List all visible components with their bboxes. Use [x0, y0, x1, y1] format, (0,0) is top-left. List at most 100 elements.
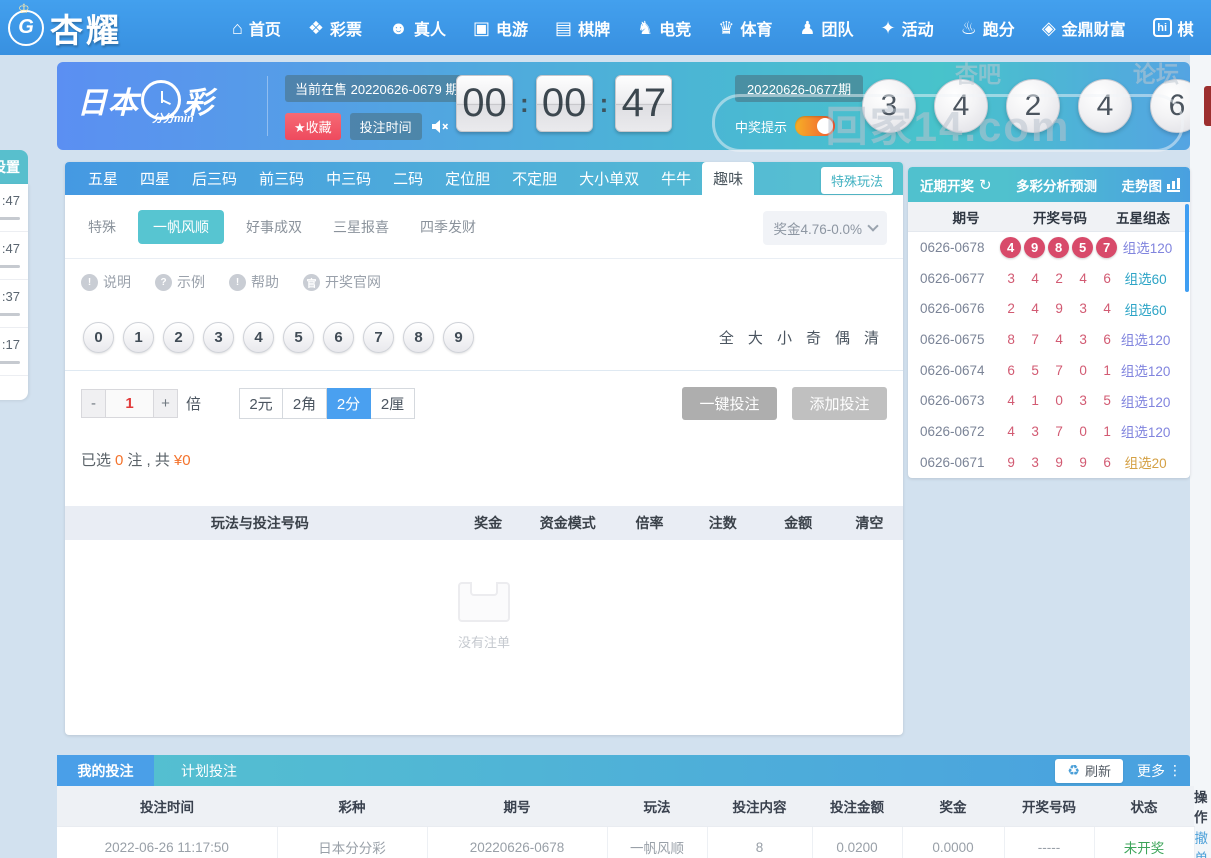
floating-widget-clipped[interactable] — [1204, 86, 1211, 126]
subtab-haoshichengshuang[interactable]: 好事成双 — [237, 210, 311, 244]
tab-niuniu[interactable]: 牛牛 — [650, 162, 702, 195]
nav-item-home[interactable]: ⌂首页 — [232, 16, 281, 40]
unit-li[interactable]: 2厘 — [371, 388, 415, 419]
recent-draws-link[interactable]: 近期开奖↻ — [920, 175, 992, 195]
tab-qiansanma[interactable]: 前三码 — [248, 162, 315, 195]
combo-type-link[interactable]: 组选20 — [1113, 452, 1178, 472]
filter-clear[interactable]: 清 — [864, 327, 879, 348]
scrollbar-thumb[interactable] — [1185, 204, 1189, 292]
filter-odd[interactable]: 奇 — [806, 327, 821, 348]
info-icon: ! — [81, 274, 98, 291]
instructions-link[interactable]: !说明 — [81, 272, 131, 292]
number-ball-7[interactable]: 7 — [363, 322, 394, 353]
combo-type-link[interactable]: 组选120 — [1117, 237, 1178, 257]
tab-zhongsanma[interactable]: 中三码 — [315, 162, 382, 195]
hi-icon: hi — [1153, 18, 1172, 37]
number-ball-4[interactable]: 4 — [243, 322, 274, 353]
colon: : — [600, 88, 609, 119]
speaker-muted-icon[interactable] — [431, 119, 449, 134]
quick-lottery-item[interactable]: :47 — [0, 232, 28, 280]
nav-item-esports[interactable]: ♞电竞 — [637, 16, 691, 40]
example-link[interactable]: ?示例 — [155, 272, 205, 292]
site-logo[interactable]: G♔ 杏耀 — [8, 4, 122, 52]
refresh-icon[interactable]: ↻ — [979, 176, 992, 194]
number-ball-9[interactable]: 9 — [443, 322, 474, 353]
bonus-rate-select[interactable]: 奖金4.76-0.0% — [763, 211, 887, 245]
col-status: 状态 — [1094, 786, 1194, 827]
nav-item-live[interactable]: ☻真人 — [389, 16, 446, 40]
subtab-sanxingbaoxi[interactable]: 三星报喜 — [324, 210, 398, 244]
subtab-teshu[interactable]: 特殊 — [79, 210, 125, 244]
unit-fen-active[interactable]: 2分 — [327, 388, 371, 419]
tab-budingdan[interactable]: 不定胆 — [501, 162, 568, 195]
tab-quwei-active[interactable]: 趣味 — [702, 162, 754, 195]
col-content: 投注内容 — [707, 786, 812, 827]
tile-icon: ▤ — [555, 19, 572, 37]
combo-type-link[interactable]: 组选120 — [1113, 421, 1178, 441]
quick-lottery-item[interactable]: :17 — [0, 328, 28, 376]
nav-item-activity[interactable]: ✦活动 — [881, 16, 934, 40]
filter-small[interactable]: 小 — [777, 327, 792, 348]
number-ball-0[interactable]: 0 — [83, 322, 114, 353]
bet-time-button[interactable]: 投注时间 — [350, 113, 422, 140]
combo-type-link[interactable]: 组选60 — [1113, 299, 1178, 319]
combo-type-link[interactable]: 组选60 — [1113, 268, 1178, 288]
filter-all[interactable]: 全 — [719, 327, 734, 348]
multiplier-input[interactable] — [106, 389, 153, 418]
tab-sixing[interactable]: 四星 — [129, 162, 181, 195]
official-site-link[interactable]: 官开奖官网 — [303, 272, 381, 292]
number-ball-1[interactable]: 1 — [123, 322, 154, 353]
recent-table-header: 期号 开奖号码 五星组态 — [908, 202, 1190, 232]
tab-wuxing[interactable]: 五星 — [77, 162, 129, 195]
draw-numbers: 41035 — [1005, 393, 1113, 408]
nav-item-boardgames[interactable]: ▤棋牌 — [555, 16, 610, 40]
tab-daxiaoshuangdan[interactable]: 大小单双 — [568, 162, 650, 195]
subtab-yifanfengshun-active[interactable]: 一帆风顺 — [138, 210, 224, 244]
more-button[interactable]: 更多⋮ — [1137, 761, 1182, 781]
number-ball-5[interactable]: 5 — [283, 322, 314, 353]
lottery-cell: 日本分分彩 — [277, 827, 427, 858]
nav-item-hi[interactable]: hi棋 — [1153, 16, 1194, 40]
col-bet-count: 注数 — [685, 513, 760, 533]
trend-chart-link[interactable]: 走势图 — [1121, 175, 1180, 195]
amount-cell: 0.0200 — [812, 827, 902, 858]
refresh-button[interactable]: ♻刷新 — [1055, 759, 1123, 783]
number-ball-8[interactable]: 8 — [403, 322, 434, 353]
filter-even[interactable]: 偶 — [835, 327, 850, 348]
multiplier-plus-button[interactable]: + — [153, 389, 178, 418]
filter-big[interactable]: 大 — [748, 327, 763, 348]
multiplier-minus-button[interactable]: - — [81, 389, 106, 418]
tab-erma[interactable]: 二码 — [382, 162, 434, 195]
combo-type-link[interactable]: 组选120 — [1113, 329, 1178, 349]
nav-item-paofen[interactable]: ♨跑分 — [961, 16, 1015, 40]
special-play-button[interactable]: 特殊玩法 — [821, 167, 893, 194]
favorite-button[interactable]: ★收藏 — [285, 113, 341, 140]
tab-dingweidan[interactable]: 定位胆 — [434, 162, 501, 195]
nav-item-lottery[interactable]: ❖彩票 — [308, 16, 362, 40]
recent-row: 0626-0675 87436 组选120 — [908, 324, 1190, 355]
combo-type-link[interactable]: 组选120 — [1113, 391, 1178, 411]
number-ball-2[interactable]: 2 — [163, 322, 194, 353]
number-ball-6[interactable]: 6 — [323, 322, 354, 353]
number-ball-3[interactable]: 3 — [203, 322, 234, 353]
tab-plan-bets[interactable]: 计划投注 — [154, 755, 264, 786]
unit-yuan[interactable]: 2元 — [239, 388, 283, 419]
win-tip-toggle[interactable] — [795, 116, 835, 136]
sub-play-tabs: 特殊 一帆风顺 好事成双 三星报喜 四季发财 奖金4.76-0.0% — [65, 195, 903, 259]
help-link[interactable]: !帮助 — [229, 272, 279, 292]
analysis-link[interactable]: 多彩分析预测 — [1016, 175, 1097, 195]
tab-my-bets-active[interactable]: 我的投注 — [57, 755, 154, 786]
unit-jiao[interactable]: 2角 — [283, 388, 327, 419]
quick-lottery-item[interactable]: :47 — [0, 184, 28, 232]
nav-item-team[interactable]: ♟团队 — [799, 16, 853, 40]
quick-lottery-item[interactable]: :37 — [0, 280, 28, 328]
subtab-sijifacai[interactable]: 四季发财 — [411, 210, 485, 244]
nav-item-sports[interactable]: ♛体育 — [718, 16, 772, 40]
tab-housanma[interactable]: 后三码 — [181, 162, 248, 195]
nav-item-wealth[interactable]: ◈金鼎财富 — [1042, 16, 1126, 40]
progress-bar — [0, 265, 20, 268]
nav-item-egames[interactable]: ▣电游 — [473, 16, 528, 40]
quick-bet-button[interactable]: 一键投注 — [682, 387, 777, 420]
combo-type-link[interactable]: 组选120 — [1113, 360, 1178, 380]
add-bet-button[interactable]: 添加投注 — [792, 387, 887, 420]
